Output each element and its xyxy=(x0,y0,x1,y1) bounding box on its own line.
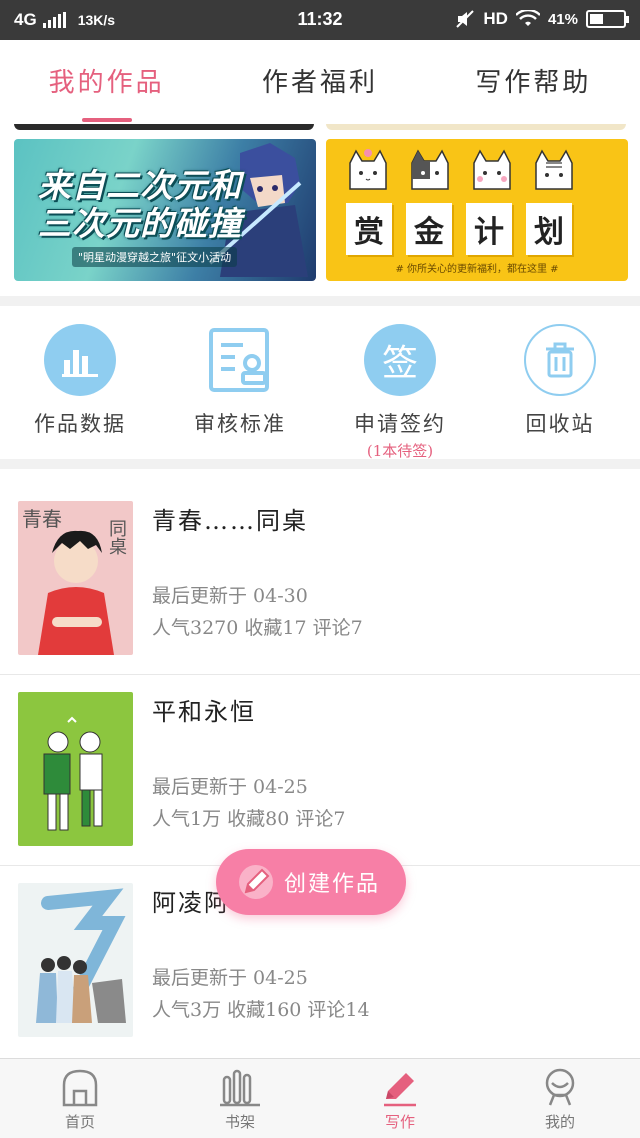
work-cover xyxy=(18,883,133,1037)
section-divider xyxy=(0,296,640,306)
battery-icon xyxy=(586,10,629,28)
banner-left-subtitle: "明星动漫穿越之旅"征文小活动 xyxy=(72,247,238,267)
tab-active-indicator xyxy=(82,118,132,122)
sign-icon-glyph: 签 xyxy=(381,343,418,384)
nav-write[interactable]: 写作 xyxy=(320,1059,480,1138)
work-updated: 最后更新于 04-25 xyxy=(152,776,308,798)
recycle-bin-button[interactable]: 回收站 xyxy=(480,308,640,460)
reward-plan-title: 赏 金 计 划 xyxy=(346,203,572,255)
tab-author-benefits[interactable]: 作者福利 xyxy=(213,40,426,126)
battery-percent: 41% xyxy=(547,10,578,28)
apply-contract-button[interactable]: 签 申请签约 (1本待签) xyxy=(320,308,480,460)
previous-banner-edge xyxy=(14,124,314,130)
nav-home-label: 首页 xyxy=(64,1113,95,1131)
cover-text: 同桌 xyxy=(106,519,127,555)
bar-chart-icon xyxy=(44,324,116,396)
nav-bookshelf-label: 书架 xyxy=(224,1113,255,1131)
work-title[interactable]: 平和永恒 xyxy=(152,692,256,727)
pen-icon xyxy=(384,1073,416,1107)
work-updated: 最后更新于 04-25 xyxy=(152,967,308,989)
reward-plan-note: # 你所关心的更新福利，都在这里 # xyxy=(395,264,559,275)
nav-profile[interactable]: 我的 xyxy=(480,1059,640,1138)
previous-banner-edge-right xyxy=(326,124,626,130)
create-work-button[interactable]: 创建作品 xyxy=(216,849,406,915)
reward-char: 计 xyxy=(466,203,512,255)
tab-my-works[interactable]: 我的作品 xyxy=(0,40,213,126)
work-stats: 人气1万 收藏80 评论7 xyxy=(152,808,346,830)
review-standards-button[interactable]: 审核标准 xyxy=(160,308,320,460)
work-item[interactable]: 青春 同桌 青春……同桌 最后更新于 04-30 人气3270 收藏17 评论7 xyxy=(0,485,640,675)
works-data-button[interactable]: 作品数据 xyxy=(0,308,160,460)
work-stats: 人气3270 收藏17 评论7 xyxy=(152,617,363,639)
home-icon xyxy=(62,1069,98,1107)
tab-writing-help-label: 写作帮助 xyxy=(475,68,592,98)
work-cover xyxy=(18,692,133,846)
battery-fill xyxy=(590,14,603,24)
quick-actions: 作品数据 审核标准 签 申请签约 (1本待签) 回收站 xyxy=(0,308,640,460)
work-title[interactable]: 青春……同桌 xyxy=(152,501,308,536)
cat-icon xyxy=(535,149,573,190)
wifi-icon xyxy=(515,10,540,26)
hd-label: HD xyxy=(483,9,508,28)
bookshelf-icon xyxy=(220,1069,260,1107)
document-icon xyxy=(204,324,276,396)
mute-icon xyxy=(456,10,475,28)
status-bar: 4G 13K/s 11:32 HD 41% xyxy=(0,0,640,40)
section-divider xyxy=(0,459,640,469)
banner-left-line2: 三次元的碰撞 xyxy=(38,204,242,243)
work-stats: 人气3万 收藏160 评论14 xyxy=(152,999,370,1021)
nav-write-label: 写作 xyxy=(384,1113,415,1131)
status-right: HD 41% xyxy=(455,9,629,29)
pencil-icon xyxy=(239,865,273,899)
banner-reward-plan[interactable]: 赏 金 计 划 # 你所关心的更新福利，都在这里 # xyxy=(326,139,628,281)
reward-char: 金 xyxy=(406,203,452,255)
review-standards-label: 审核标准 xyxy=(194,412,286,436)
nav-home[interactable]: 首页 xyxy=(0,1059,160,1138)
bottom-nav: 首页 书架 写作 我的 xyxy=(0,1058,640,1138)
pending-contract-count: (1本待签) xyxy=(366,442,434,460)
cat-icon xyxy=(473,149,511,190)
top-tabs: 我的作品 作者福利 写作帮助 xyxy=(0,40,640,126)
work-updated: 最后更新于 04-30 xyxy=(152,585,308,607)
recycle-bin-label: 回收站 xyxy=(525,412,595,436)
tab-writing-help[interactable]: 写作帮助 xyxy=(427,40,640,126)
nav-bookshelf[interactable]: 书架 xyxy=(160,1059,320,1138)
reward-char: 赏 xyxy=(346,203,392,255)
cat-icon xyxy=(411,149,449,190)
sign-icon: 签 xyxy=(364,324,436,396)
create-work-label: 创建作品 xyxy=(284,872,381,897)
cat-icon xyxy=(349,149,387,190)
banner-anime-event[interactable]: 来自二次元和 三次元的碰撞 "明星动漫穿越之旅"征文小活动 xyxy=(14,139,316,281)
work-cover: 青春 同桌 xyxy=(18,501,133,655)
trash-icon xyxy=(524,324,596,396)
work-item[interactable]: 平和永恒 最后更新于 04-25 人气1万 收藏80 评论7 xyxy=(0,676,640,866)
profile-icon xyxy=(545,1068,575,1106)
tab-my-works-label: 我的作品 xyxy=(48,68,165,98)
nav-profile-label: 我的 xyxy=(544,1113,575,1131)
tab-author-benefits-label: 作者福利 xyxy=(261,68,378,98)
reward-char: 划 xyxy=(526,203,572,255)
cover-text: 青春 xyxy=(22,507,62,531)
apply-contract-label: 申请签约 xyxy=(354,412,446,436)
works-data-label: 作品数据 xyxy=(34,412,126,436)
